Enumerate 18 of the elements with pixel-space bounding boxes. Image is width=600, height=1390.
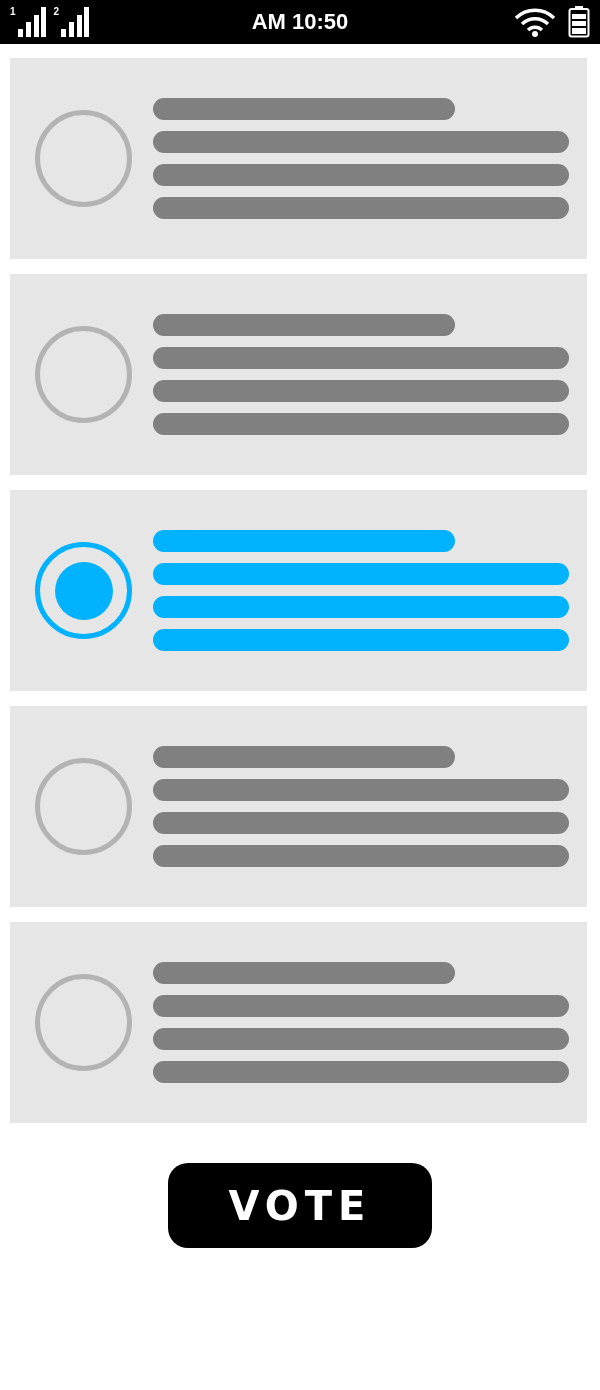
- radio-button[interactable]: [35, 542, 132, 639]
- sim-label: 2: [53, 7, 60, 17]
- option-card[interactable]: [10, 58, 587, 259]
- signal-icon: [17, 7, 46, 37]
- option-card[interactable]: [10, 490, 587, 691]
- battery-icon: [568, 6, 590, 38]
- clock-time: AM 10:50: [251, 9, 349, 35]
- option-card[interactable]: [10, 274, 587, 475]
- option-card[interactable]: [10, 922, 587, 1123]
- sim-label: 1: [10, 7, 16, 17]
- wifi-icon: [514, 7, 556, 37]
- signal-icon: [61, 7, 90, 37]
- vote-button[interactable]: VOTE: [168, 1163, 432, 1248]
- radio-button[interactable]: [35, 110, 132, 207]
- radio-button[interactable]: [35, 974, 132, 1071]
- radio-button[interactable]: [35, 758, 132, 855]
- option-card[interactable]: [10, 706, 587, 907]
- radio-button[interactable]: [35, 326, 132, 423]
